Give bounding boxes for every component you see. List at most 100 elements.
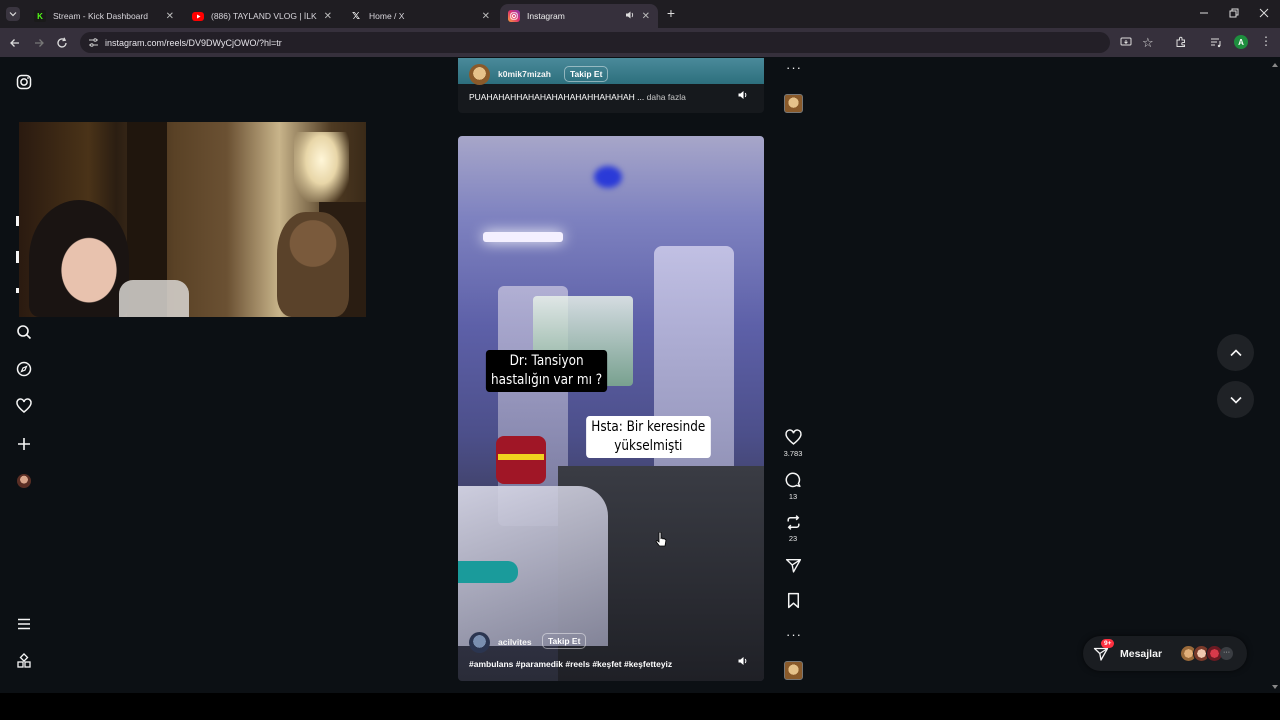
current-reel-caption: #ambulans #paramedik #reels #keşfet #keş… xyxy=(469,659,673,669)
extensions-icon[interactable] xyxy=(1175,36,1187,51)
tab-title: Home / X xyxy=(369,11,405,21)
comment-icon[interactable] xyxy=(785,472,802,489)
scroll-up-arrow-icon[interactable] xyxy=(1270,61,1280,69)
notifications-heart-icon[interactable] xyxy=(14,396,34,416)
current-reel-sound-icon[interactable] xyxy=(737,655,749,670)
next-reel-button[interactable] xyxy=(1217,381,1254,418)
messages-badge: 9+ xyxy=(1101,638,1115,648)
create-plus-icon[interactable] xyxy=(14,434,34,454)
save-action[interactable] xyxy=(781,592,805,609)
ambulance-ceiling-light xyxy=(483,232,563,242)
chevron-down-icon xyxy=(1229,396,1242,404)
kick-icon: K xyxy=(34,10,46,22)
youtube-icon xyxy=(192,11,204,21)
messages-more-icon: ··· xyxy=(1220,647,1234,660)
repost-count: 23 xyxy=(788,534,798,543)
forward-button[interactable] xyxy=(30,34,48,52)
close-tab-icon[interactable]: ✕ xyxy=(324,11,332,22)
previous-reel-avatar[interactable] xyxy=(469,64,490,85)
previous-reel-more-options-icon[interactable]: ··· xyxy=(786,60,802,75)
ambulance-blue-light xyxy=(594,166,622,188)
webcam-person xyxy=(29,200,129,317)
install-app-icon[interactable] xyxy=(1120,36,1132,51)
previous-reel-caption: PUAHAHAHHAHAHAHAHAHAHHAHAHAH ... daha fa… xyxy=(469,92,686,102)
comment-count: 13 xyxy=(788,492,798,501)
tab-instagram[interactable]: Instagram ✕ xyxy=(500,4,658,28)
arrow-left-icon xyxy=(10,39,19,47)
menu-hamburger-icon[interactable] xyxy=(14,614,34,634)
browser-toolbar: instagram.com/reels/DV9DWyCjOWO/?hl=tr ☆… xyxy=(0,28,1280,57)
reel-subtitle-patient: Hsta: Bir keresinde yükselmişti xyxy=(586,416,711,458)
address-bar[interactable]: instagram.com/reels/DV9DWyCjOWO/?hl=tr xyxy=(80,32,1110,53)
previous-reel-follow-button[interactable]: Takip Et xyxy=(564,66,609,82)
tab-kick[interactable]: K Stream - Kick Dashboard ✕ xyxy=(26,4,182,28)
close-tab-icon[interactable]: ✕ xyxy=(642,11,650,22)
media-control-icon[interactable] xyxy=(1210,36,1222,51)
ambulance-red-bag xyxy=(496,436,546,484)
bookmark-star-icon[interactable]: ☆ xyxy=(1142,35,1154,51)
site-info-icon[interactable] xyxy=(88,37,99,51)
arrow-right-icon xyxy=(35,39,44,47)
tab-x[interactable]: 𝕏 Home / X ✕ xyxy=(342,4,498,28)
previous-reel-audio-thumbnail[interactable] xyxy=(784,94,803,113)
messages-avatars: ··· xyxy=(1180,645,1234,662)
like-action[interactable]: 3.783 xyxy=(781,429,805,458)
scroll-down-arrow-icon[interactable] xyxy=(1270,683,1280,691)
restore-button[interactable] xyxy=(1227,6,1241,20)
comment-action[interactable]: 13 xyxy=(781,472,805,501)
send-icon[interactable] xyxy=(785,557,802,574)
webcam-teddy-bear xyxy=(277,212,349,317)
webcam-chair xyxy=(119,280,189,317)
current-reel-video[interactable]: Dr: Tansiyon hastalığın var mı ? Hsta: B… xyxy=(458,136,764,681)
x-icon: 𝕏 xyxy=(351,10,361,22)
messages-label: Mesajlar xyxy=(1120,647,1163,660)
tab-youtube[interactable]: (886) TAYLAND VLOG | İLK GÜN ✕ xyxy=(184,4,340,28)
bookmark-icon[interactable] xyxy=(785,592,802,609)
messages-send-icon: 9+ xyxy=(1093,638,1115,662)
current-reel-follow-button[interactable]: Takip Et xyxy=(542,633,587,649)
chevron-up-icon xyxy=(1229,348,1242,356)
search-icon[interactable] xyxy=(14,322,34,342)
repost-action[interactable]: 23 xyxy=(781,514,805,543)
heart-icon[interactable] xyxy=(784,429,802,446)
instagram-logo-icon[interactable] xyxy=(14,72,34,92)
current-reel-more-options-icon[interactable]: ··· xyxy=(786,627,802,642)
browser-tab-bar: K Stream - Kick Dashboard ✕ (886) TAYLAN… xyxy=(0,0,1280,28)
current-reel-username[interactable]: acilvites xyxy=(498,637,532,647)
messages-button[interactable]: 9+ Mesajlar ··· xyxy=(1083,636,1247,671)
profile-avatar-icon[interactable] xyxy=(14,471,34,491)
current-reel-audio-thumbnail[interactable] xyxy=(784,661,803,680)
close-window-button[interactable] xyxy=(1257,6,1271,20)
speaker-icon[interactable] xyxy=(625,10,635,22)
reload-icon xyxy=(57,37,67,48)
new-tab-button[interactable]: + xyxy=(664,6,678,20)
page-scrollbar[interactable] xyxy=(1270,57,1280,693)
profile-avatar[interactable]: A xyxy=(1234,35,1248,49)
previous-reel-sound-icon[interactable] xyxy=(737,89,749,104)
share-action[interactable] xyxy=(781,557,805,574)
previous-reel-username[interactable]: k0mik7mizah xyxy=(498,69,551,79)
restore-icon xyxy=(1229,8,1239,18)
back-button[interactable] xyxy=(6,34,24,52)
threads-apps-icon[interactable] xyxy=(14,651,34,671)
close-tab-icon[interactable]: ✕ xyxy=(482,11,490,22)
previous-reel[interactable]: k0mik7mizah Takip Et PUAHAHAHHAHAHAHAHAH… xyxy=(458,58,764,113)
previous-reel-more-link[interactable]: daha fazla xyxy=(647,92,686,102)
tab-title: Instagram xyxy=(527,11,565,21)
close-tab-icon[interactable]: ✕ xyxy=(166,11,174,22)
tab-search-button[interactable] xyxy=(6,7,20,21)
instagram-icon xyxy=(508,10,520,22)
webcam-light xyxy=(294,132,349,202)
previous-reel-button[interactable] xyxy=(1217,334,1254,371)
minimize-button[interactable] xyxy=(1197,6,1211,20)
url-text: instagram.com/reels/DV9DWyCjOWO/?hl=tr xyxy=(105,37,282,48)
tab-title: Stream - Kick Dashboard xyxy=(53,11,148,21)
close-icon xyxy=(1259,8,1269,18)
current-reel-avatar[interactable] xyxy=(469,632,490,653)
browser-menu-icon[interactable]: ⋮ xyxy=(1260,34,1272,48)
webcam-overlay xyxy=(19,122,366,317)
explore-compass-icon[interactable] xyxy=(14,359,34,379)
reload-button[interactable] xyxy=(53,34,71,52)
repost-icon[interactable] xyxy=(785,514,802,531)
ambulance-stretcher-rail xyxy=(458,561,518,583)
